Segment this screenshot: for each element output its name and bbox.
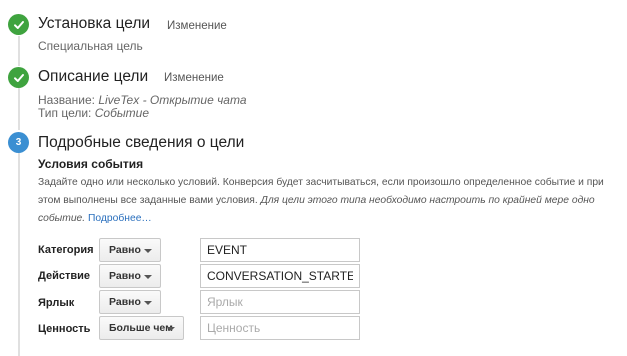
goal-type-line: Тип цели: Событие xyxy=(38,106,149,120)
label-input[interactable] xyxy=(200,290,360,314)
caret-down-icon xyxy=(144,275,152,279)
value-operator-dropdown[interactable]: Больше чем xyxy=(99,316,184,340)
value-operator-value: Больше чем xyxy=(109,322,173,334)
step-complete-check-icon xyxy=(8,14,29,35)
step-1-subtitle: Специальная цель xyxy=(38,39,143,53)
value-label: Ценность xyxy=(38,323,91,335)
action-operator-dropdown[interactable]: Равно xyxy=(99,264,161,288)
goal-name-line: Название: LiveTex - Открытие чата xyxy=(38,93,247,107)
action-operator-value: Равно xyxy=(109,270,141,282)
action-input[interactable] xyxy=(200,264,360,288)
goal-type-label: Тип цели: xyxy=(38,106,92,120)
step-1-title: Установка цели xyxy=(38,15,151,32)
category-operator-value: Равно xyxy=(109,244,141,256)
step-2-title: Описание цели xyxy=(38,68,149,85)
caret-down-icon xyxy=(167,327,175,331)
step-1-edit-link[interactable]: Изменение xyxy=(167,20,227,32)
learn-more-link[interactable]: Подробнее… xyxy=(88,213,152,224)
step-2-edit-link[interactable]: Изменение xyxy=(164,72,224,84)
category-operator-dropdown[interactable]: Равно xyxy=(99,238,161,262)
step-rail xyxy=(18,152,20,356)
step-3-number-badge: 3 xyxy=(8,132,29,153)
label-label: Ярлык xyxy=(38,297,75,309)
goal-name-label: Название: xyxy=(38,93,95,107)
caret-down-icon xyxy=(144,249,152,253)
label-operator-value: Равно xyxy=(109,296,141,308)
category-input[interactable] xyxy=(200,238,360,262)
caret-down-icon xyxy=(144,301,152,305)
step-rail xyxy=(18,36,20,66)
goal-name-value: LiveTex - Открытие чата xyxy=(98,93,247,107)
conditions-title: Условия события xyxy=(38,157,144,171)
step-complete-check-icon xyxy=(8,67,29,88)
value-input[interactable] xyxy=(200,316,360,340)
conditions-description: Задайте одно или несколько условий. Конв… xyxy=(38,174,613,228)
category-label: Категория xyxy=(38,244,94,256)
action-label: Действие xyxy=(38,270,90,282)
step-rail xyxy=(18,88,20,130)
goal-type-value: Событие xyxy=(94,106,149,120)
label-operator-dropdown[interactable]: Равно xyxy=(99,290,161,314)
step-3-title: Подробные сведения о цели xyxy=(38,134,245,151)
